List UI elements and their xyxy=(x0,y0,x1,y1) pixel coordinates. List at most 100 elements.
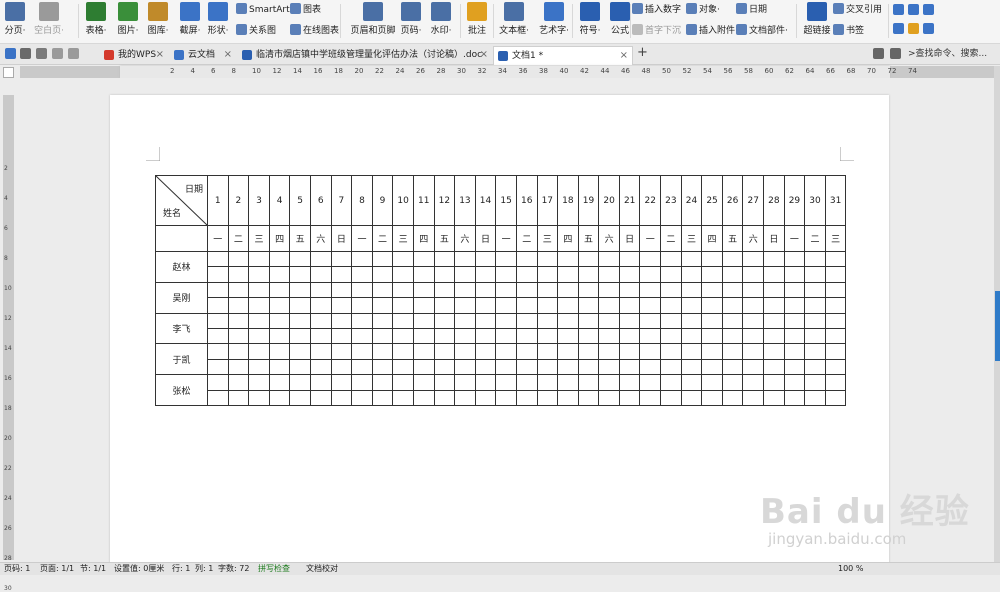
attendance-cell[interactable] xyxy=(763,343,785,360)
attendance-cell[interactable] xyxy=(824,374,847,391)
attendance-cell[interactable] xyxy=(207,281,229,299)
attendance-cell[interactable] xyxy=(330,358,353,376)
attendance-cell[interactable] xyxy=(824,343,847,360)
name-cell[interactable]: 吴刚 xyxy=(155,281,208,314)
attendance-cell[interactable] xyxy=(824,327,847,345)
undo-icon[interactable] xyxy=(36,48,47,59)
attendance-cell[interactable] xyxy=(639,327,662,345)
attendance-cell[interactable] xyxy=(618,250,641,268)
search-command-input[interactable]: >查找命令、搜索... xyxy=(908,47,1000,62)
attendance-cell[interactable] xyxy=(289,343,311,360)
attendance-cell[interactable] xyxy=(412,266,435,283)
attendance-cell[interactable] xyxy=(783,374,806,391)
weekday-cell[interactable]: 六 xyxy=(454,225,476,252)
attendance-cell[interactable] xyxy=(783,250,806,268)
day-cell[interactable]: 4 xyxy=(268,175,291,226)
attendance-cell[interactable] xyxy=(763,266,785,283)
attendance-cell[interactable] xyxy=(639,250,662,268)
header-footer-button[interactable]: 页眉和页脚 xyxy=(348,2,398,40)
attendance-cell[interactable] xyxy=(454,389,476,406)
day-cell[interactable]: 21 xyxy=(618,175,641,226)
weekday-cell[interactable]: 二 xyxy=(227,225,250,252)
attendance-cell[interactable] xyxy=(536,312,559,329)
attendance-cell[interactable] xyxy=(351,250,373,268)
attendance-cell[interactable] xyxy=(392,312,414,329)
attendance-cell[interactable] xyxy=(557,389,579,406)
attendance-cell[interactable] xyxy=(351,281,373,299)
tab-2[interactable]: 临清市烟店镇中学班级管理量化评估办法（讨论稿）.doc × xyxy=(238,46,492,65)
day-cell[interactable]: 28 xyxy=(763,175,785,226)
attendance-cell[interactable] xyxy=(474,374,497,391)
attendance-cell[interactable] xyxy=(371,281,394,299)
attendance-cell[interactable] xyxy=(289,297,311,314)
table-button[interactable]: 表格· xyxy=(83,2,109,40)
name-cell[interactable]: 于凯 xyxy=(155,343,208,376)
attendance-cell[interactable] xyxy=(474,343,497,360)
attendance-cell[interactable] xyxy=(392,281,414,299)
attendance-cell[interactable] xyxy=(474,281,497,299)
attendance-cell[interactable] xyxy=(515,297,538,314)
weekday-cell[interactable]: 六 xyxy=(309,225,332,252)
attendance-cell[interactable] xyxy=(289,312,311,329)
attendance-cell[interactable] xyxy=(351,374,373,391)
attendance-cell[interactable] xyxy=(824,312,847,329)
attendance-cell[interactable] xyxy=(577,389,600,406)
attendance-cell[interactable] xyxy=(433,281,456,299)
new-tab-icon[interactable]: + xyxy=(637,45,648,60)
attendance-cell[interactable] xyxy=(763,312,785,329)
attendance-cell[interactable] xyxy=(577,374,600,391)
attendance-cell[interactable] xyxy=(309,250,332,268)
attendance-cell[interactable] xyxy=(392,374,414,391)
attendance-cell[interactable] xyxy=(701,358,723,376)
attendance-cell[interactable] xyxy=(207,297,229,314)
spell-check-toggle[interactable]: 拼写检查 xyxy=(258,563,290,575)
attendance-cell[interactable] xyxy=(618,389,641,406)
attendance-cell[interactable] xyxy=(660,327,682,345)
attendance-cell[interactable] xyxy=(804,327,826,345)
attendance-cell[interactable] xyxy=(536,343,559,360)
day-cell[interactable]: 1 xyxy=(207,175,229,226)
attendance-cell[interactable] xyxy=(701,266,723,283)
attendance-cell[interactable] xyxy=(763,327,785,345)
attendance-cell[interactable] xyxy=(680,358,703,376)
ribbon-extra-icon[interactable] xyxy=(908,4,919,15)
attendance-cell[interactable] xyxy=(433,374,456,391)
attendance-cell[interactable] xyxy=(495,281,517,299)
attendance-cell[interactable] xyxy=(536,266,559,283)
attendance-cell[interactable] xyxy=(824,297,847,314)
attendance-cell[interactable] xyxy=(227,266,250,283)
blank-page-button[interactable]: 空白页· xyxy=(30,2,68,40)
attendance-cell[interactable] xyxy=(330,374,353,391)
ruler-corner[interactable] xyxy=(3,67,14,78)
attendance-cell[interactable] xyxy=(248,281,270,299)
attendance-cell[interactable] xyxy=(680,327,703,345)
attendance-cell[interactable] xyxy=(248,327,270,345)
attendance-cell[interactable] xyxy=(371,358,394,376)
attendance-cell[interactable] xyxy=(721,358,744,376)
attendance-cell[interactable] xyxy=(577,297,600,314)
attendance-cell[interactable] xyxy=(536,250,559,268)
weekday-cell[interactable]: 三 xyxy=(392,225,414,252)
attendance-cell[interactable] xyxy=(598,297,620,314)
attendance-cell[interactable] xyxy=(824,250,847,268)
insert-number-button[interactable]: 插入数字 xyxy=(632,3,681,17)
attendance-cell[interactable] xyxy=(721,297,744,314)
date-button[interactable]: 日期 xyxy=(736,3,767,17)
attendance-cell[interactable] xyxy=(330,343,353,360)
weekday-cell[interactable]: 日 xyxy=(330,225,353,252)
attendance-cell[interactable] xyxy=(536,327,559,345)
bookmark-button[interactable]: 书签 xyxy=(833,24,864,38)
attendance-cell[interactable] xyxy=(433,250,456,268)
attendance-cell[interactable] xyxy=(474,389,497,406)
attendance-cell[interactable] xyxy=(309,327,332,345)
attendance-cell[interactable] xyxy=(351,297,373,314)
attendance-cell[interactable] xyxy=(804,358,826,376)
day-cell[interactable]: 23 xyxy=(660,175,682,226)
attendance-cell[interactable] xyxy=(474,312,497,329)
attendance-cell[interactable] xyxy=(577,327,600,345)
attendance-cell[interactable] xyxy=(721,389,744,406)
attendance-cell[interactable] xyxy=(454,297,476,314)
attendance-cell[interactable] xyxy=(268,281,291,299)
window-icon[interactable] xyxy=(873,48,884,59)
name-cell[interactable]: 赵林 xyxy=(155,251,208,283)
